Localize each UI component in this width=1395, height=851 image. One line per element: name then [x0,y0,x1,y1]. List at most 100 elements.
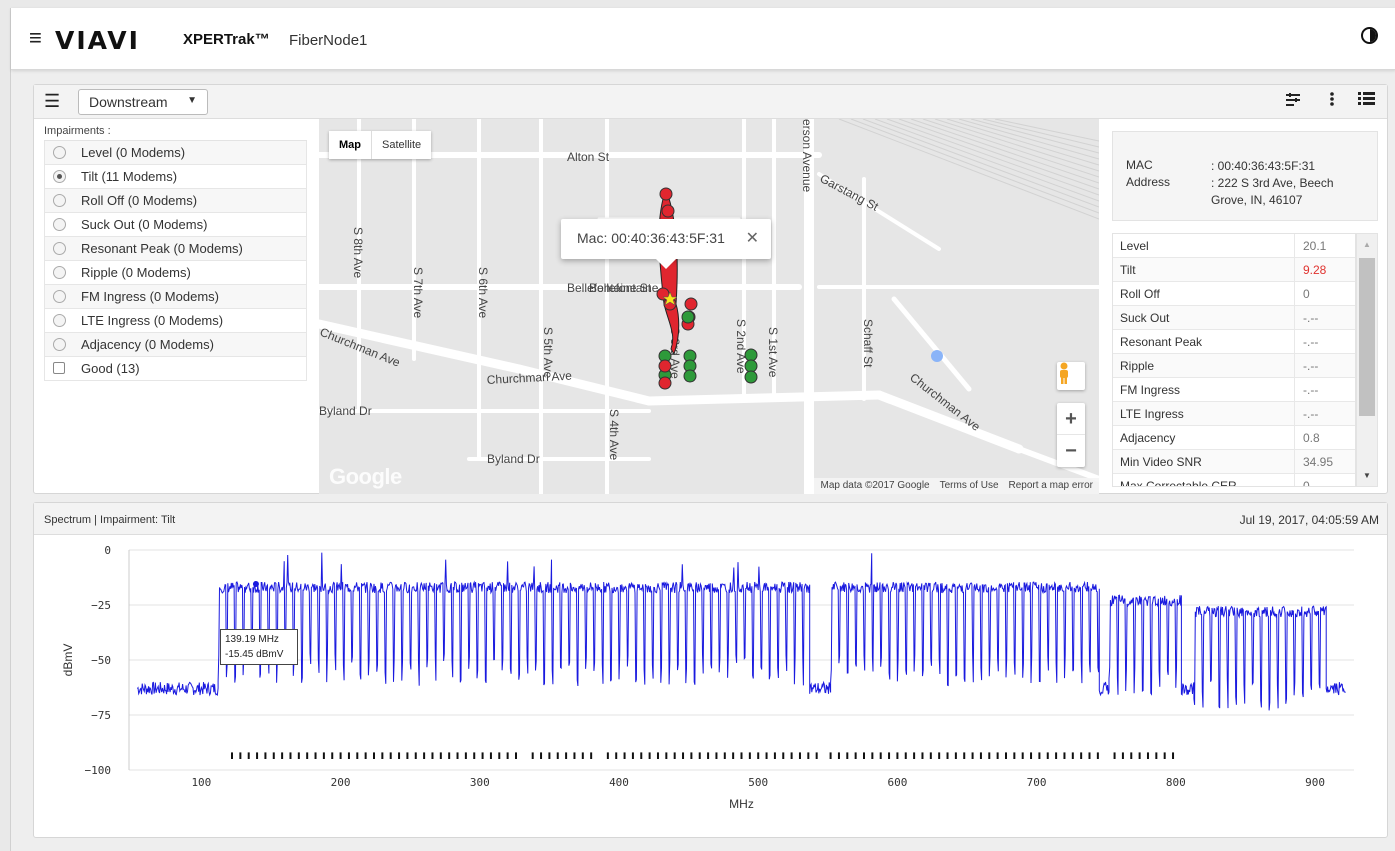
impairment-row[interactable]: Good (13) [44,357,307,381]
good-modem-marker [683,369,697,383]
metric-name: Roll Off [1120,287,1160,301]
spectrum-chart[interactable]: 0 −25 −50 −75 −100 100 200 300 400 500 600 700 800 90… [34,536,1387,836]
impairment-label: FM Ingress (0 Modems) [81,289,219,304]
impairments-list: Level (0 Modems) Tilt (11 Modems) Roll Off… [44,140,307,381]
impairment-row[interactable]: FM Ingress (0 Modems) [44,285,307,309]
metric-value: 34.95 [1294,450,1352,474]
zoom-out-button[interactable]: − [1057,435,1085,467]
street-label: S 7th Ave [411,267,425,318]
scroll-up-icon[interactable]: ▲ [1363,240,1371,249]
impairment-row[interactable]: Ripple (0 Modems) [44,261,307,285]
impairment-radio[interactable] [53,314,66,327]
metric-row: Suck Out -.-- [1113,306,1355,330]
caret-down-icon: ▼ [187,95,197,106]
impairment-row[interactable]: Adjacency (0 Modems) [44,333,307,357]
spectrum-timestamp: Jul 19, 2017, 04:05:59 AM [1239,513,1379,527]
report-map-error-link[interactable]: Report a map error [1009,480,1093,494]
x-axis-title: MHz [729,797,754,811]
map-data-credit: Map data ©2017 Google [820,480,930,491]
impairment-radio[interactable] [53,218,66,231]
impairment-row[interactable]: Resonant Peak (0 Modems) [44,237,307,261]
view-select[interactable]: Downstream ▼ [78,89,208,115]
chart-tooltip: 139.19 MHz -15.45 dBmV [220,629,298,665]
metric-value: -.-- [1294,306,1352,330]
x-tick-label: 700 [1027,776,1047,789]
impairment-label: Adjacency (0 Modems) [81,337,214,352]
metric-name: Min Video SNR [1120,455,1202,469]
metric-name: Ripple [1120,359,1155,373]
metric-value: -.-- [1294,378,1352,402]
map-type-map-button[interactable]: Map [329,131,372,159]
metric-name: Adjacency [1120,431,1176,445]
more-vert-icon[interactable] [1329,91,1335,112]
failing-modem-marker [658,376,672,390]
metric-value: 9.28 [1294,258,1352,282]
tooltip-point [252,580,259,587]
main-menu-icon[interactable]: ≡ [29,27,42,49]
metric-name: FM Ingress [1120,383,1181,397]
terms-of-use-link[interactable]: Terms of Use [940,480,999,494]
metric-name: Tilt [1120,263,1136,277]
metric-row: Roll Off 0 [1113,282,1355,306]
impairment-row[interactable]: LTE Ingress (0 Modems) [44,309,307,333]
zoom-control: + − [1057,403,1085,467]
metric-name: Suck Out [1120,311,1170,325]
street-label: Schaff St [861,319,875,368]
x-tick-label: 600 [887,776,907,789]
zoom-in-button[interactable]: + [1057,403,1085,435]
metric-value: 20.1 [1294,234,1352,258]
good-modem-marker [744,359,758,373]
street-label: Byland Dr [319,404,372,418]
y-tick-label: −50 [91,654,111,667]
map-canvas[interactable]: Alton StBellefontaine StBellefontaine St… [319,119,1099,494]
street-label: S 1st Ave [766,327,780,378]
spectrum-trace [136,552,1346,711]
menu-icon[interactable]: ☰ [44,91,60,112]
failing-modem-marker [658,359,672,373]
map-type-control: Map Satellite [329,131,432,159]
modem-map[interactable]: Alton St Bellefontaine St Bellefontaine St… [319,119,1099,494]
street-label: S 6th Ave [476,267,490,318]
contrast-icon[interactable] [1361,27,1378,44]
impairment-row[interactable]: Suck Out (0 Modems) [44,213,307,237]
good-checkbox[interactable] [53,362,65,374]
impairment-label: Roll Off (0 Modems) [81,193,198,208]
scroll-down-icon[interactable]: ▼ [1363,471,1371,480]
y-tick-label: −75 [91,709,111,722]
y-axis-title: dBmV [61,644,75,677]
product-name: XPERTrak™ [183,31,270,48]
metric-name: LTE Ingress [1120,407,1184,421]
impairment-label: Tilt (11 Modems) [81,169,178,184]
list-icon[interactable] [1358,91,1375,111]
street-label: S 8th Ave [351,227,365,278]
metric-row: Tilt 9.28 [1113,258,1355,282]
map-type-satellite-button[interactable]: Satellite [372,131,431,159]
impairment-radio[interactable] [53,266,66,279]
x-tick-label: 500 [748,776,768,789]
metric-value: -.-- [1294,330,1352,354]
impairment-row[interactable]: Tilt (11 Modems) [44,165,307,189]
card-toolbar: ☰ Downstream ▼ [34,85,1387,119]
y-tick-label: −25 [91,599,111,612]
close-icon[interactable]: ✕ [746,228,759,248]
metric-row: Max Correctable CER 0 [1113,474,1355,486]
tune-icon[interactable] [1285,91,1301,112]
spectrum-card: Spectrum | Impairment: Tilt Jul 19, 2017… [33,502,1388,838]
app-frame: ≡ VIAVI XPERTrak™ FiberNode1 ☰ Downstrea… [10,8,1395,851]
google-logo: Google [329,464,402,489]
impairment-radio[interactable] [53,290,66,303]
impairment-row[interactable]: Level (0 Modems) [44,141,307,165]
impairment-row[interactable]: Roll Off (0 Modems) [44,189,307,213]
street-view-pegman-icon[interactable] [1057,362,1085,390]
tooltip-level: -15.45 dBmV [225,649,284,660]
impairment-radio[interactable] [53,338,66,351]
popup-mac-text: Mac: 00:40:36:43:5F:31 [577,230,725,246]
impairment-radio[interactable] [53,194,66,207]
metrics-scrollbar[interactable]: ▲ ▼ [1356,233,1378,487]
impairment-radio[interactable] [53,242,66,255]
scroll-thumb[interactable] [1359,258,1375,416]
impairment-radio[interactable] [53,170,66,183]
impairment-radio[interactable] [53,146,66,159]
tooltip-frequency: 139.19 MHz [225,634,279,645]
viavi-logo: VIAVI [55,26,140,55]
